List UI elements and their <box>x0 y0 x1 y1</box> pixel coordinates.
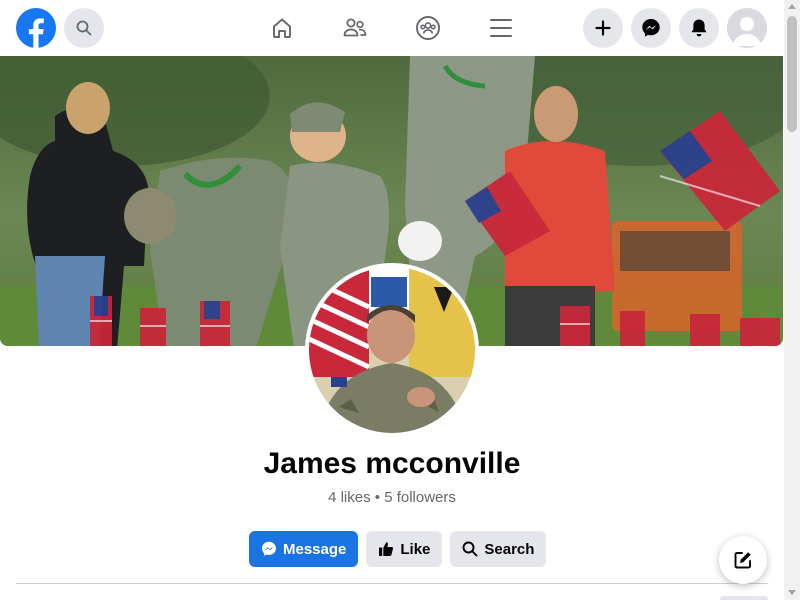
like-button[interactable]: Like <box>366 531 443 567</box>
partial-button <box>720 596 768 600</box>
account-avatar-icon <box>727 8 767 48</box>
notifications-button[interactable] <box>679 8 719 48</box>
nav-menu[interactable] <box>485 12 517 44</box>
nav-home[interactable] <box>266 12 298 44</box>
plus-icon <box>595 20 611 36</box>
messenger-icon <box>262 541 276 556</box>
scrollbar-thumb[interactable] <box>787 16 797 132</box>
thumbs-up-icon <box>379 542 394 556</box>
top-navigation-bar <box>0 0 784 56</box>
bell-icon <box>691 19 707 37</box>
search-icon <box>76 20 92 36</box>
search-icon <box>462 541 478 557</box>
hamburger-menu-icon <box>490 19 512 37</box>
messenger-icon <box>642 19 660 37</box>
like-button-label: Like <box>400 540 431 558</box>
profile-stats[interactable]: 4 likes • 5 followers <box>0 489 784 506</box>
compose-edit-icon <box>734 552 751 569</box>
friends-icon <box>343 18 367 37</box>
account-button[interactable] <box>727 8 767 48</box>
vertical-scrollbar[interactable] <box>784 0 800 600</box>
search-button-label: Search <box>484 540 535 558</box>
nav-groups[interactable] <box>412 12 444 44</box>
nav-friends[interactable] <box>339 12 371 44</box>
messenger-button[interactable] <box>631 8 671 48</box>
message-button[interactable]: Message <box>249 531 359 567</box>
section-divider <box>16 583 768 584</box>
home-icon <box>273 18 291 38</box>
profile-actions: Message Like Search <box>249 531 554 567</box>
create-button[interactable] <box>583 8 623 48</box>
profile-name: James mcconville <box>263 447 521 480</box>
groups-icon <box>416 16 440 40</box>
facebook-logo-icon[interactable] <box>16 8 56 48</box>
message-button-label: Message <box>283 540 347 558</box>
scroll-down-arrow[interactable] <box>788 590 796 595</box>
scroll-up-arrow[interactable] <box>788 4 796 9</box>
profile-picture[interactable] <box>305 263 479 437</box>
search-page-button[interactable]: Search <box>450 531 547 567</box>
search-button[interactable] <box>64 8 104 48</box>
new-message-button[interactable] <box>719 536 767 584</box>
